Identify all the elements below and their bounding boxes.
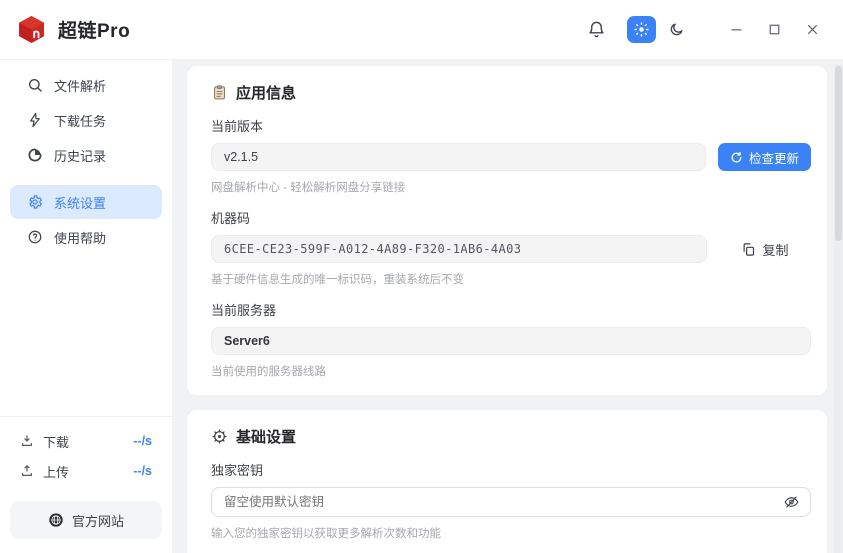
question-circle-icon [27,229,43,245]
maximize-button[interactable] [763,19,785,41]
upload-speed-value: --/s [133,464,152,478]
copy-machine-code-button[interactable]: 复制 [719,239,811,260]
exclusive-key-label: 独家密钥 [211,460,811,479]
content-scrollbar[interactable] [834,64,843,553]
brand: 超链Pro [18,15,130,44]
sidebar-nav: 文件解析 下载任务 历史记录 [0,68,172,255]
maximize-icon [766,21,783,38]
lightning-icon [27,112,43,128]
history-icon [27,147,43,163]
machine-code-label: 机器码 [211,208,811,227]
settings-dial-icon [211,428,228,445]
bell-icon [587,20,606,39]
moon-icon [668,21,685,38]
clipboard-icon [211,84,228,101]
sidebar-item-label: 下载任务 [54,111,106,130]
window-controls [725,19,823,41]
sidebar: 文件解析 下载任务 历史记录 [0,60,172,553]
eye-off-icon [783,494,800,511]
close-button[interactable] [801,19,823,41]
dark-theme-button[interactable] [662,16,691,43]
gear-icon [27,194,43,210]
sidebar-item-label: 使用帮助 [54,228,106,247]
exclusive-key-helper: 输入您的独家密钥以获取更多解析次数和功能 [211,525,811,541]
upload-label: 上传 [43,462,69,481]
basic-settings-header: 基础设置 [211,426,811,447]
server-input[interactable] [211,327,811,355]
sun-icon [633,21,650,38]
download-label: 下载 [43,432,69,451]
download-icon [20,434,34,448]
app-info-header: 应用信息 [211,82,811,103]
upload-speed-row: 上传 --/s [20,456,152,486]
download-speed-row: 下载 --/s [20,426,152,456]
download-speed-value: --/s [133,434,152,448]
search-icon [27,77,43,93]
scrollbar-thumb[interactable] [835,66,842,241]
close-icon [804,21,821,38]
app-title: 超链Pro [58,16,130,43]
sidebar-item-history[interactable]: 历史记录 [10,138,162,172]
settings-page: 应用信息 当前版本 检查更新 网盘解析中心 - 轻松解析网盘分享链接 机器码 [172,60,843,553]
exclusive-key-input[interactable] [211,487,811,517]
titlebar-actions [581,16,823,44]
upload-icon [20,464,34,478]
machine-code-input[interactable] [211,235,707,263]
version-helper: 网盘解析中心 - 轻松解析网盘分享链接 [211,179,811,195]
sidebar-item-label: 文件解析 [54,76,106,95]
refresh-icon [730,151,743,164]
app-info-card: 应用信息 当前版本 检查更新 网盘解析中心 - 轻松解析网盘分享链接 机器码 [187,66,827,395]
copy-label: 复制 [762,240,788,259]
speed-stats: 下载 --/s 上传 --/s [0,417,172,486]
app-logo-cube-icon [18,15,45,44]
copy-icon [741,242,756,257]
version-label: 当前版本 [211,116,811,135]
toggle-key-visibility-button[interactable] [783,494,800,511]
server-label: 当前服务器 [211,300,811,319]
basic-settings-card: 基础设置 独家密钥 输入您的独家密钥以获取更多解析次数和功能 [187,410,827,553]
official-website-label: 官方网站 [72,511,124,530]
sidebar-item-help[interactable]: 使用帮助 [10,220,162,254]
official-website-button[interactable]: 官方网站 [10,501,162,539]
app-window: 超链Pro [0,0,843,553]
sidebar-item-download-tasks[interactable]: 下载任务 [10,103,162,137]
titlebar: 超链Pro [0,0,843,60]
minimize-button[interactable] [725,19,747,41]
sidebar-item-file-parse[interactable]: 文件解析 [10,68,162,102]
theme-toggle [627,16,691,43]
light-theme-button[interactable] [627,16,656,43]
minimize-icon [728,21,745,38]
check-update-button[interactable]: 检查更新 [718,143,811,171]
app-info-title: 应用信息 [236,82,296,103]
notifications-button[interactable] [581,16,611,44]
check-update-label: 检查更新 [749,148,799,167]
globe-icon [48,512,64,528]
sidebar-item-label: 历史记录 [54,146,106,165]
sidebar-item-label: 系统设置 [54,193,106,212]
version-input[interactable] [211,143,706,171]
basic-settings-title: 基础设置 [236,426,296,447]
server-helper: 当前使用的服务器线路 [211,363,811,379]
sidebar-item-settings[interactable]: 系统设置 [10,185,162,219]
machine-code-helper: 基于硬件信息生成的唯一标识码，重装系统后不变 [211,271,811,287]
